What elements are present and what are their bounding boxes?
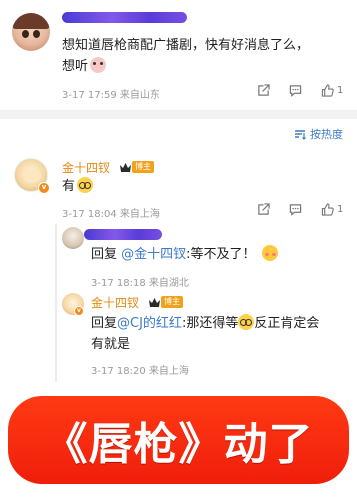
section-divider bbox=[0, 110, 357, 119]
banner-text: 《唇枪》动了 bbox=[43, 419, 314, 470]
verified-icon: v bbox=[74, 306, 84, 316]
mention-link[interactable]: @金十四钗 bbox=[121, 247, 186, 262]
like-icon[interactable] bbox=[321, 84, 334, 97]
mention-link[interactable]: @CJ的红红 bbox=[117, 316, 182, 331]
redacted-username bbox=[84, 229, 162, 240]
sort-by-hot-button[interactable]: 按热度 bbox=[294, 126, 343, 142]
comment-text: 想知道唇枪商配广播剧，快有好消息了么， 想听 bbox=[62, 38, 310, 74]
sort-label: 按热度 bbox=[310, 128, 343, 141]
title-banner: 《唇枪》动了 bbox=[8, 396, 349, 484]
comment-text: 有 bbox=[62, 176, 94, 197]
comment-icon[interactable] bbox=[289, 203, 302, 216]
crown-icon bbox=[120, 163, 131, 172]
verified-icon: v bbox=[38, 182, 50, 194]
sad-emoji-icon bbox=[90, 57, 107, 73]
like-count: 1 bbox=[337, 204, 344, 215]
avatar[interactable] bbox=[62, 227, 84, 249]
share-icon[interactable] bbox=[257, 203, 270, 216]
reply-meta: 3-17 18:20 来自上海 bbox=[91, 366, 189, 377]
author-badge: 博主 bbox=[132, 161, 154, 173]
comment-item: 想知道唇枪商配广播剧，快有好消息了么， 想听 3-17 17:59 来自山东 1 bbox=[0, 0, 357, 110]
comment-meta: 3-17 18:04 来自上海 bbox=[62, 209, 160, 220]
glasses-emoji-icon bbox=[238, 314, 255, 330]
author-badge: 博主 bbox=[161, 296, 183, 308]
comment-meta: 3-17 17:59 来自山东 bbox=[62, 90, 160, 101]
crown-icon bbox=[149, 298, 160, 307]
reply-text: 回复@CJ的红红:那还得等 反正肯定会 有就是 bbox=[91, 314, 320, 352]
author-username[interactable]: 金十四钗 bbox=[91, 294, 139, 311]
share-icon[interactable] bbox=[257, 84, 270, 97]
redacted-username bbox=[62, 12, 187, 23]
reply-meta: 3-17 18:18 来自湖北 bbox=[91, 278, 189, 289]
comment-icon[interactable] bbox=[289, 84, 302, 97]
like-icon[interactable] bbox=[321, 203, 334, 216]
reply-text: 回复 @金十四钗:等不及了！ bbox=[91, 244, 278, 265]
avatar[interactable] bbox=[12, 13, 50, 51]
like-count: 1 bbox=[337, 85, 344, 96]
author-username[interactable]: 金十四钗 bbox=[62, 159, 110, 176]
glasses-emoji-icon bbox=[77, 177, 94, 193]
sort-icon bbox=[295, 130, 306, 140]
shy-emoji-icon bbox=[261, 245, 278, 261]
